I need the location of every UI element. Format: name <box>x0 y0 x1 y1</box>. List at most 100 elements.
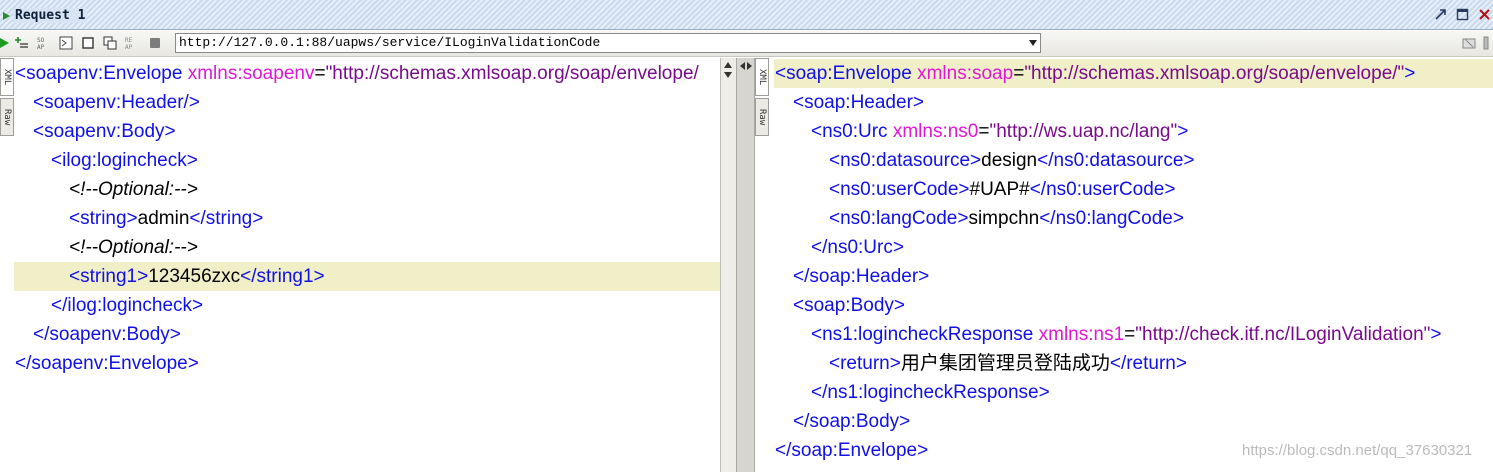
clone-request-icon[interactable] <box>103 36 117 50</box>
xml-token-txt: simpchn <box>968 208 1040 229</box>
xml-line[interactable]: <ns0:userCode>#UAP#</ns0:userCode> <box>774 175 1493 204</box>
xml-token-tag: </soap:Envelope> <box>775 440 929 461</box>
xml-token-attr: xmlns:soapenv <box>187 63 315 84</box>
xml-token-tag: <soapenv:Envelope <box>15 63 188 84</box>
xml-token-tag: <ilog:logincheck> <box>51 150 198 171</box>
xml-line[interactable]: <soap:Body> <box>774 291 1493 320</box>
xml-token-tag: > <box>1430 324 1442 345</box>
xml-token-tag: </soap:Body> <box>793 411 911 432</box>
xml-token-tag: <ns0:Urc <box>811 121 893 142</box>
xml-line[interactable]: <!--Optional:--> <box>14 175 720 204</box>
xml-token-tag: </return> <box>1109 353 1187 374</box>
endpoint-url-value: http://127.0.0.1:88/uapws/service/ILogin… <box>179 35 601 50</box>
xml-token-tag: > <box>1404 63 1416 84</box>
xml-line[interactable]: </ilog:logincheck> <box>14 291 720 320</box>
xml-token-tag: <string> <box>69 208 138 229</box>
xml-token-tag: <string1> <box>69 266 149 287</box>
xml-line[interactable]: <soap:Envelope xmlns:soap="http://schema… <box>774 59 1493 88</box>
xml-line[interactable]: <return>用户集团管理员登陆成功</return> <box>774 349 1493 378</box>
xml-token-tag: </ns0:Urc> <box>811 237 904 258</box>
xml-line[interactable]: </soap:Header> <box>774 262 1493 291</box>
create-soap-request-icon[interactable]: RE AP <box>125 36 139 50</box>
response-xml-tab[interactable]: XML <box>755 58 769 96</box>
create-empty-request-icon[interactable]: SO AP <box>37 36 51 50</box>
xml-token-txt: 123456zxc <box>148 266 241 287</box>
request-xml-editor[interactable]: <soapenv:Envelope xmlns:soapenv="http://… <box>14 58 720 472</box>
format-xml-icon[interactable] <box>59 36 73 50</box>
xml-line[interactable]: <ns1:logincheckResponse xmlns:ns1="http:… <box>774 320 1493 349</box>
submit-request-icon[interactable] <box>0 36 14 50</box>
xml-line[interactable]: <string>admin</string> <box>14 204 720 233</box>
xml-token-attr: xmlns:soap <box>917 63 1014 84</box>
xml-line[interactable]: <ns0:datasource>design</ns0:datasource> <box>774 146 1493 175</box>
cancel-request-icon[interactable] <box>148 36 162 50</box>
xml-line[interactable]: </soap:Body> <box>774 407 1493 436</box>
xml-token-tag: <soapenv:Body> <box>33 121 176 142</box>
request-icon <box>3 12 10 20</box>
svg-text:AP: AP <box>125 44 133 50</box>
xml-token-tag: <soap:Envelope <box>775 63 918 84</box>
request-raw-tab[interactable]: Raw <box>0 98 14 136</box>
xml-token-tag: <soapenv:Header/> <box>33 92 200 113</box>
endpoint-url-select[interactable]: http://127.0.0.1:88/uapws/service/ILogin… <box>175 33 1041 53</box>
pane-splitter[interactable] <box>736 58 755 472</box>
tab-layout-icon[interactable] <box>1462 36 1476 50</box>
xml-token-txt: #UAP# <box>969 179 1030 200</box>
request-xml-tab[interactable]: XML <box>0 58 14 96</box>
xml-token-tag: <soap:Header> <box>793 92 924 113</box>
window-controls <box>1430 8 1491 24</box>
svg-text:RE: RE <box>125 37 133 44</box>
response-raw-tab[interactable]: Raw <box>755 98 769 136</box>
xml-line[interactable]: <ilog:logincheck> <box>14 146 720 175</box>
xml-token-txt: 用户集团管理员登陆成功 <box>900 353 1110 374</box>
xml-token-tag: </soap:Header> <box>793 266 930 287</box>
maximize-editor-icon[interactable] <box>81 36 95 50</box>
xml-token-val: "http://schemas.xmlsoap.org/soap/envelop… <box>325 63 699 84</box>
xml-line[interactable]: <soapenv:Header/> <box>14 88 720 117</box>
response-xml-editor[interactable]: <soap:Envelope xmlns:soap="http://schema… <box>774 58 1493 472</box>
xml-token-cmt: <!--Optional:--> <box>69 179 198 200</box>
xml-line[interactable]: <!--Optional:--> <box>14 233 720 262</box>
collapse-right-icon[interactable] <box>747 62 752 70</box>
xml-token-tag: <return> <box>829 353 901 374</box>
xml-line[interactable]: <ns0:Urc xmlns:ns0="http://ws.uap.nc/lan… <box>774 117 1493 146</box>
xml-token-tag: </string1> <box>240 266 325 287</box>
xml-token-tag: </ns0:userCode> <box>1029 179 1176 200</box>
watermark: https://blog.csdn.net/qq_37630321 <box>1242 442 1473 459</box>
request-toolbar: SO AP RE AP http://127.0.0.1:88/uapws/se… <box>0 31 1493 57</box>
xml-token-tag: </ns1:logincheckResponse> <box>811 382 1050 403</box>
scroll-down-icon[interactable] <box>724 72 732 78</box>
xml-line[interactable]: </ns1:logincheckResponse> <box>774 378 1493 407</box>
xml-line[interactable]: <soap:Header> <box>774 88 1493 117</box>
xml-token-tag: <soap:Body> <box>793 295 905 316</box>
xml-token-tag: > <box>1177 121 1189 142</box>
xml-token-txt: design <box>981 150 1038 171</box>
collapse-left-icon[interactable] <box>740 62 745 70</box>
maximize-icon[interactable] <box>1456 8 1469 21</box>
xml-token-cmt: <!--Optional:--> <box>69 237 198 258</box>
help-icon[interactable] <box>1480 36 1492 50</box>
xml-line[interactable]: <soapenv:Envelope xmlns:soapenv="http://… <box>14 59 720 88</box>
xml-token-tag: </soapenv:Body> <box>33 324 181 345</box>
xml-line[interactable]: <soapenv:Body> <box>14 117 720 146</box>
xml-token-tag: </string> <box>189 208 264 229</box>
xml-line[interactable]: <string1>123456zxc</string1> <box>14 262 720 291</box>
xml-line[interactable]: </soapenv:Envelope> <box>14 349 720 378</box>
xml-token-txt: = <box>314 63 326 84</box>
xml-line[interactable]: <ns0:langCode>simpchn</ns0:langCode> <box>774 204 1493 233</box>
chevron-down-icon[interactable] <box>1029 40 1037 46</box>
request-scrollbar[interactable] <box>720 58 736 472</box>
xml-token-tag: <ns0:langCode> <box>829 208 969 229</box>
add-wss-header-icon[interactable] <box>15 36 29 50</box>
xml-token-txt: admin <box>137 208 190 229</box>
restore-icon[interactable] <box>1434 8 1447 21</box>
xml-line[interactable]: </soapenv:Body> <box>14 320 720 349</box>
scroll-up-icon[interactable] <box>724 62 732 68</box>
xml-token-tag: </ns0:langCode> <box>1039 208 1184 229</box>
xml-token-tag: </ilog:logincheck> <box>51 295 204 316</box>
close-icon[interactable] <box>1478 8 1491 21</box>
window-title: Request 1 <box>13 8 88 23</box>
xml-token-txt: = <box>1124 324 1136 345</box>
xml-line[interactable]: </ns0:Urc> <box>774 233 1493 262</box>
xml-token-attr: xmlns:ns1 <box>1038 324 1125 345</box>
